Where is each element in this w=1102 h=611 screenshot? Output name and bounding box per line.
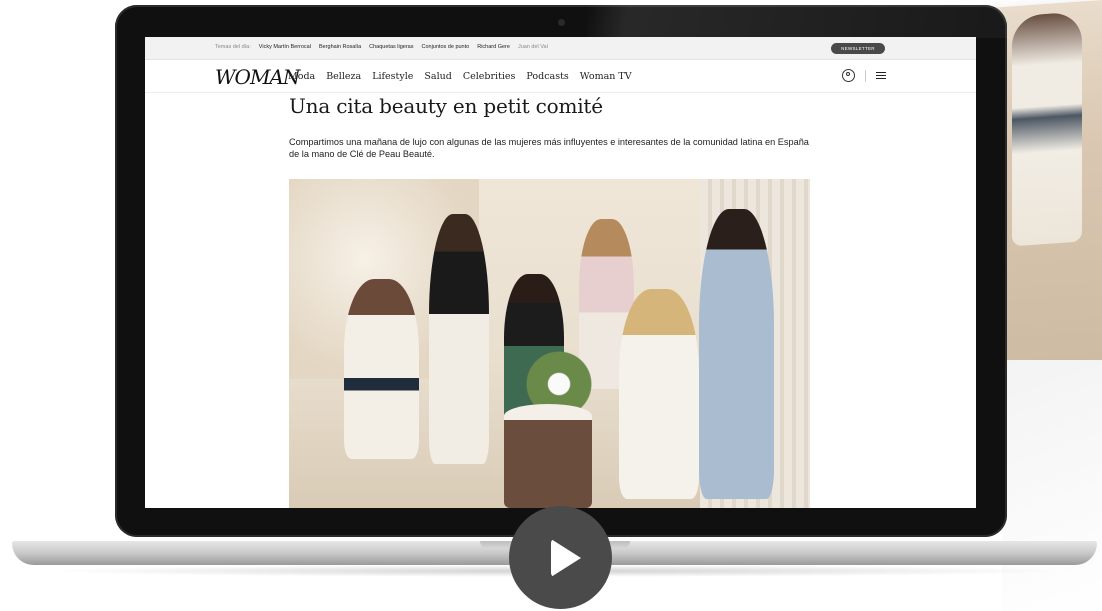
camera (558, 19, 565, 26)
trending-link[interactable]: Berghain Rosalía (319, 44, 361, 50)
trending-link[interactable]: Richard Gere (477, 44, 510, 50)
hero-image (289, 179, 810, 508)
background-photo (992, 0, 1102, 368)
side-table (504, 404, 592, 508)
trending-link[interactable]: Vicky Martín Berrocal (259, 44, 311, 50)
main-nav: WOMAN Moda Belleza Lifestyle Salud Celeb… (145, 60, 976, 93)
person (619, 289, 699, 499)
nav-item-salud[interactable]: Salud (424, 71, 451, 82)
play-icon (550, 538, 581, 577)
divider (865, 69, 866, 82)
trending-link[interactable]: Chaquetas ligeras (369, 44, 413, 50)
laptop-screen: Temas del día: Vicky Martín Berrocal Ber… (145, 37, 976, 508)
nav-icons (842, 69, 886, 82)
nav-item-belleza[interactable]: Belleza (326, 71, 361, 82)
nav-item-moda[interactable]: Moda (288, 71, 315, 82)
nav-menu: Moda Belleza Lifestyle Salud Celebrities… (288, 71, 632, 82)
article-headline: Una cita beauty en petit comité (289, 94, 603, 118)
nav-item-podcasts[interactable]: Podcasts (526, 71, 568, 82)
person (344, 279, 419, 459)
nav-item-celebrities[interactable]: Celebrities (463, 71, 516, 82)
background-figure (1012, 11, 1082, 247)
nav-item-lifestyle[interactable]: Lifestyle (372, 71, 413, 82)
screen-glare (587, 5, 1007, 38)
trending-link[interactable]: Conjuntos de punto (422, 44, 470, 50)
play-button[interactable] (509, 506, 612, 609)
trending-list: Temas del día: Vicky Martín Berrocal Ber… (215, 44, 548, 50)
trending-label: Temas del día: (215, 44, 251, 50)
trending-link[interactable]: Juan del Val (518, 44, 548, 50)
nav-item-woman-tv[interactable]: Woman TV (580, 71, 632, 82)
article-lead: Compartimos una mañana de lujo con algun… (289, 137, 809, 159)
menu-icon[interactable] (876, 71, 886, 80)
newsletter-button[interactable]: NEWSLETTER (831, 43, 885, 54)
site-logo[interactable]: WOMAN (215, 65, 300, 89)
user-icon[interactable] (842, 69, 855, 82)
trending-bar: Temas del día: Vicky Martín Berrocal Ber… (145, 37, 976, 60)
person (699, 209, 774, 499)
person (429, 214, 489, 464)
